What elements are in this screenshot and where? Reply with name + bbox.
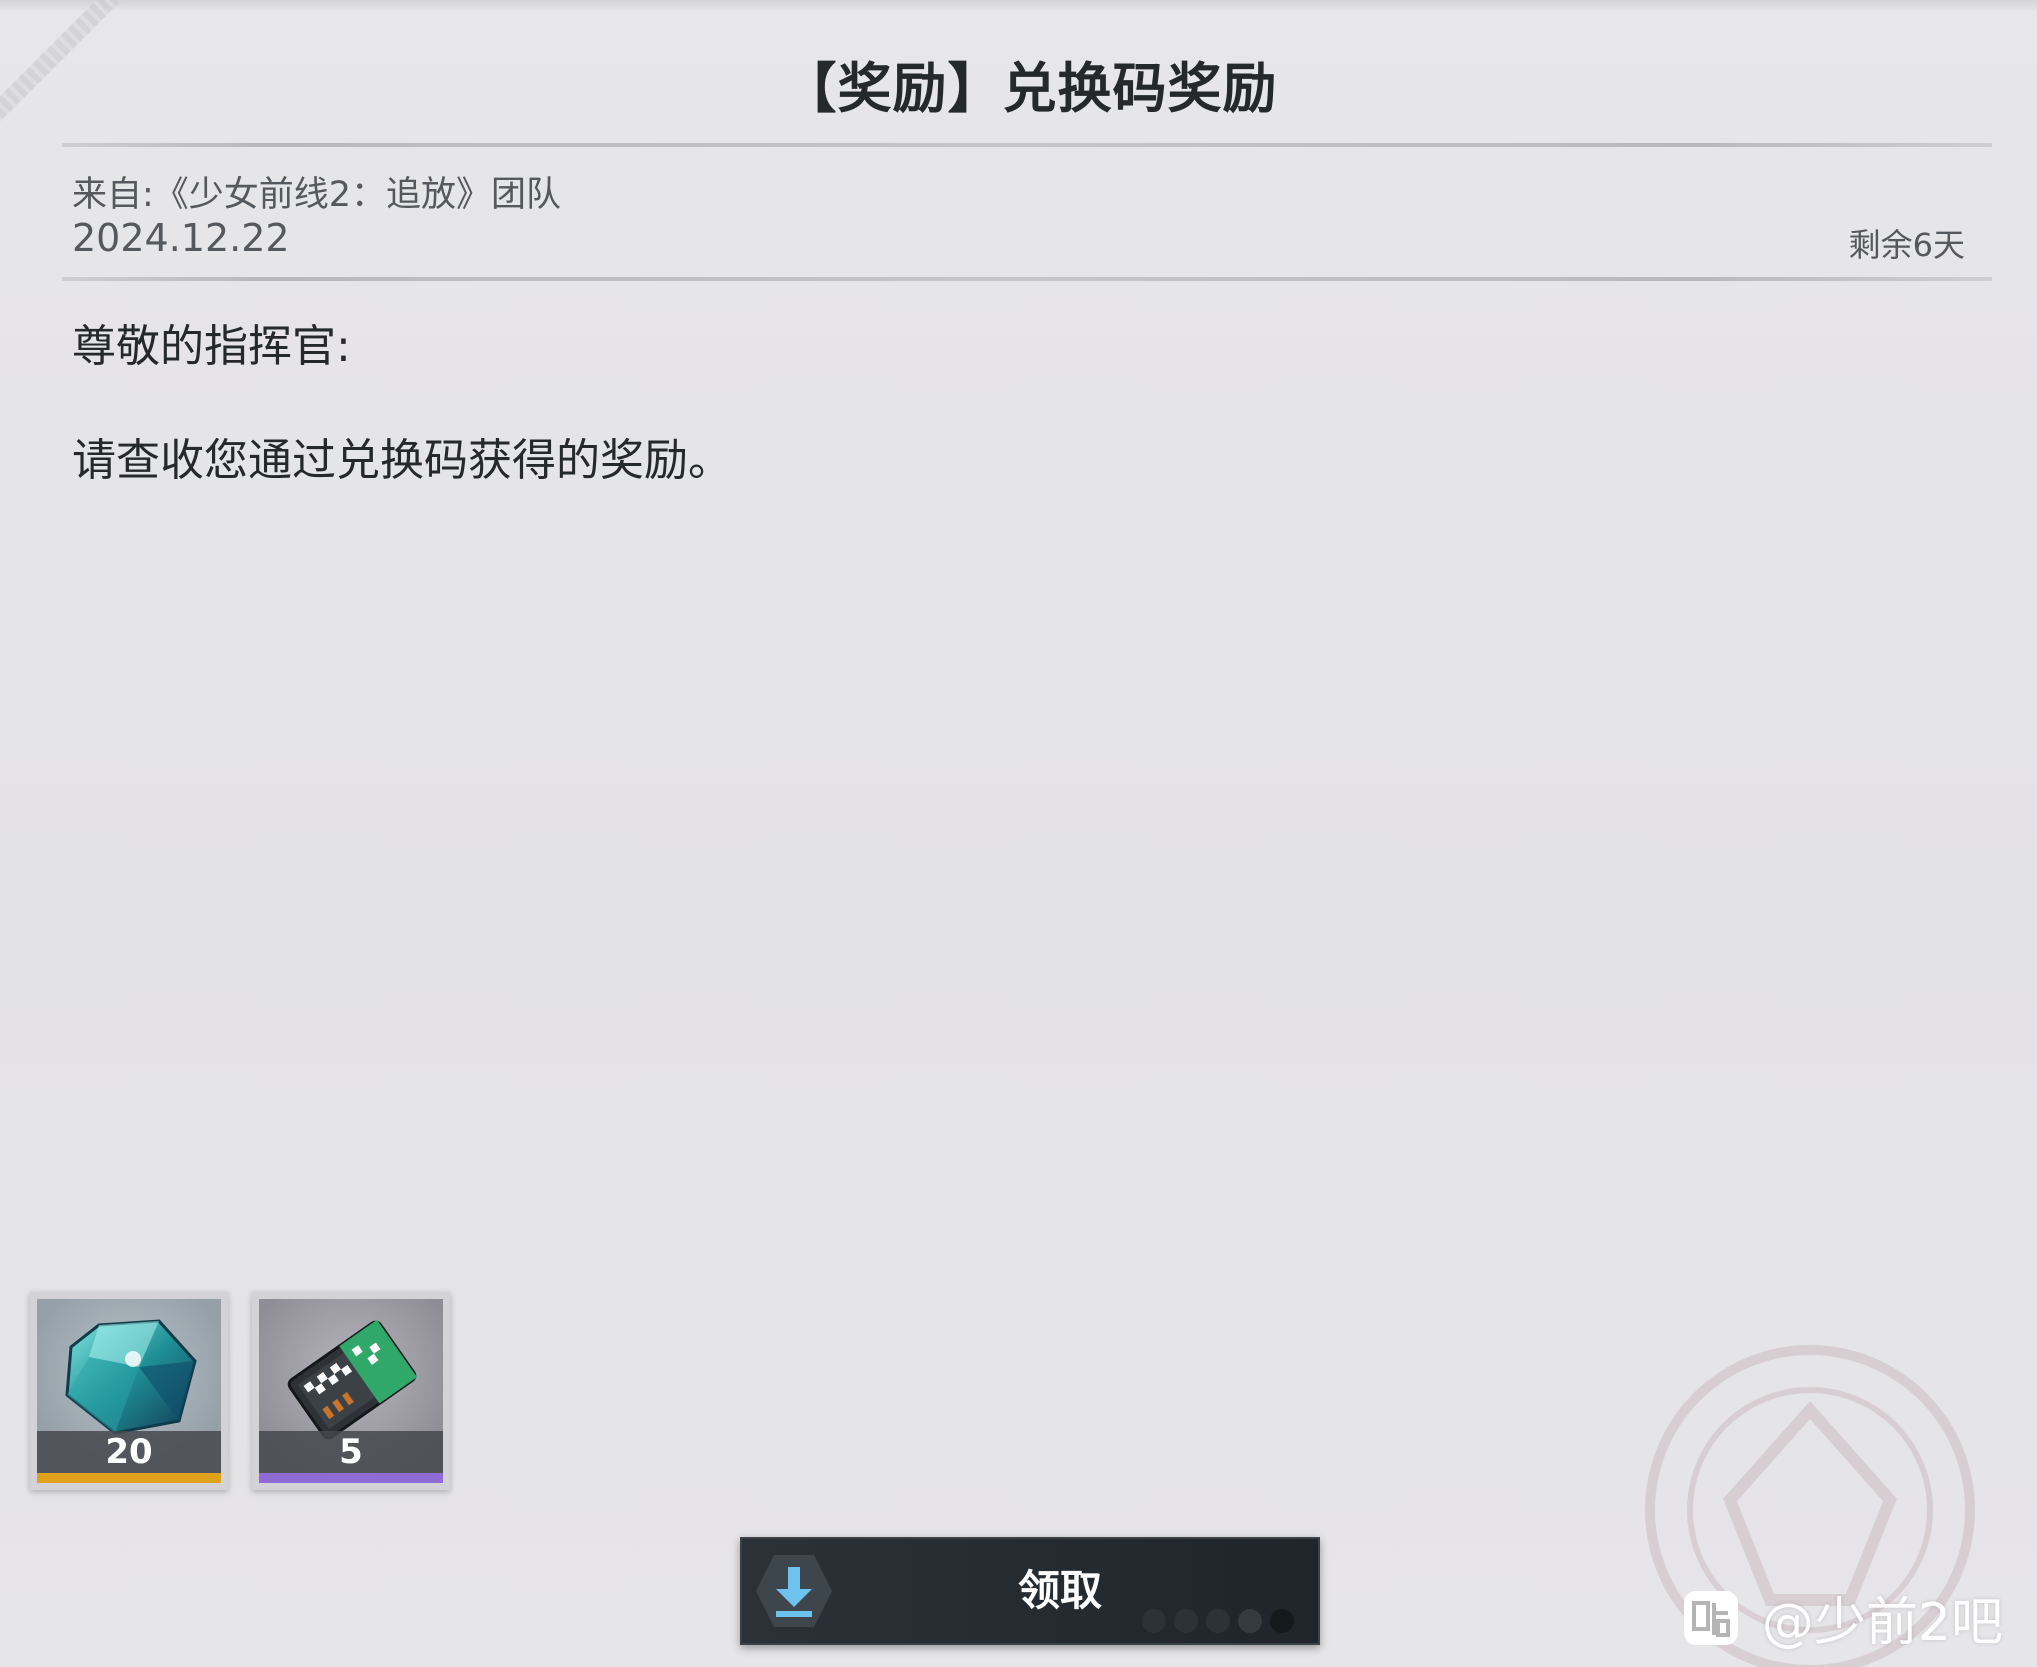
reward-item[interactable]: 20 [30,1292,228,1490]
meta-divider [62,277,1992,281]
data-chip-icon [287,1319,418,1440]
rarity-bar-gold [37,1473,221,1483]
mail-sender: 来自:《少女前线2：追放》团队 [72,175,562,215]
rarity-bar-purple [259,1473,443,1483]
reward-item[interactable]: 5 [252,1292,450,1490]
header-divider [62,143,1992,147]
tieba-watermark: @少前2吧 [1682,1580,2003,1655]
watermark-text: @少前2吧 [1761,1593,2003,1653]
claim-button[interactable]: 领取 [740,1537,1320,1645]
crystal-gem-icon [65,1319,197,1435]
tieba-icon [1683,1590,1738,1645]
reward-quantity: 5 [259,1431,443,1473]
mail-date: 2024.12.22 [72,216,290,260]
mail-title: 【奖励】兑换码奖励 [782,57,1278,120]
decorative-dots [1142,1609,1294,1633]
mail-greeting: 尊敬的指挥官: [72,321,351,372]
reward-quantity: 20 [37,1431,221,1473]
expiry-remaining: 剩余6天 [1848,226,1965,264]
mail-detail-panel: 【奖励】兑换码奖励 来自:《少女前线2：追放》团队 2024.12.22 剩余6… [0,0,2037,1667]
mail-body: 请查收您通过兑换码获得的奖励。 [72,435,732,486]
panel-top-edge [0,0,2037,10]
